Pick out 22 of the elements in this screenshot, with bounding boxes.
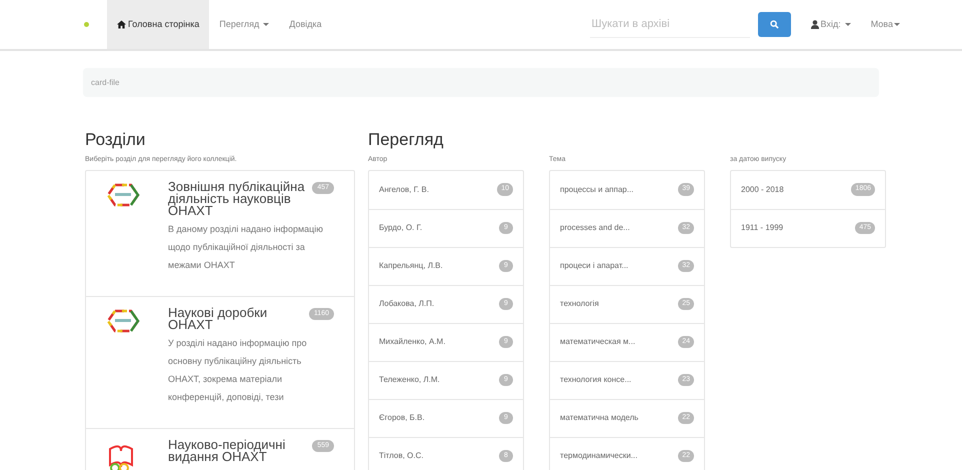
section-heading: Розділи [85,129,146,151]
section-description: У розділі надано інформацію про основну публікаційну діяльність ОНАХТ, зокрема матеріали конференцій, доповіді, тези [168,336,308,404]
home-icon [117,20,126,29]
caret-icon [844,23,851,26]
login-link[interactable]: Вхід: [810,18,851,32]
nav-link[interactable]: Перегляд [209,0,280,49]
caret-icon [263,23,270,26]
nav-link[interactable]: Головна сторінка [107,0,210,49]
logo-icon [106,308,140,332]
user-icon [810,20,819,29]
language-menu[interactable]: Мова [870,18,900,32]
search-icon [770,20,779,29]
section-description: В даному розділі надано інформацію щодо публікаційної діяльності за межами ОНАХТ [168,222,324,272]
section-link[interactable]: Науково-періодичні видання ОНАХТ [168,438,312,462]
section-link[interactable]: Наукові доробки ОНАХТ [168,306,309,330]
search-field[interactable]: Шукати в архіві [590,12,750,38]
search-button[interactable] [758,12,791,37]
caret-icon [894,23,900,26]
section-link[interactable]: Зовнішня публікаційна діяльність науковців ОНАХТ [168,180,312,216]
logo-icon [106,182,140,206]
browse-heading: Перегляд [368,129,444,151]
nav-link[interactable]: Довідка [279,0,332,49]
